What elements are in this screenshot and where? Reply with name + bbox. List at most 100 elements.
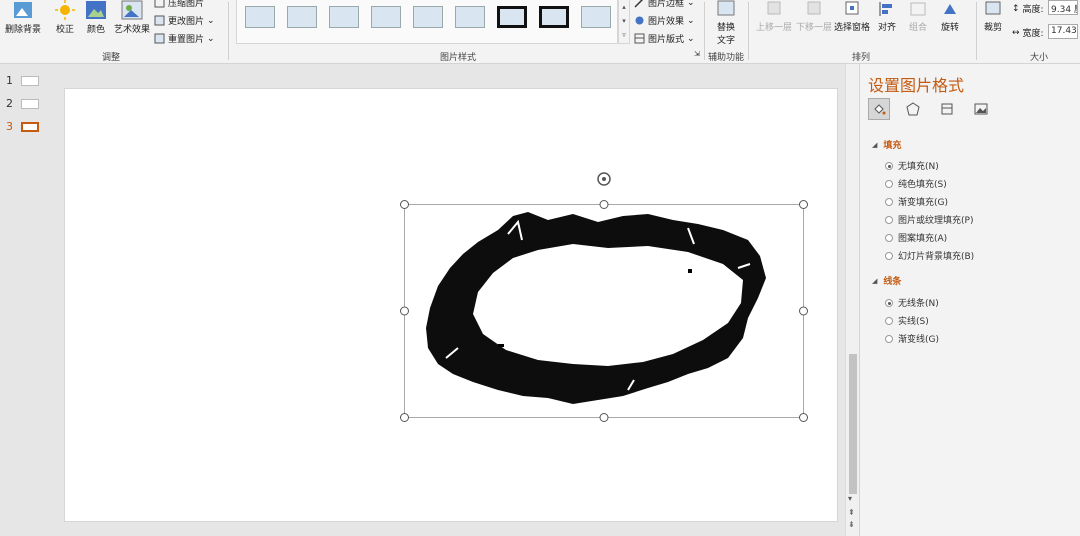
resize-handle[interactable] — [400, 200, 409, 209]
solid-line-radio[interactable]: 实线(S) — [885, 314, 929, 327]
chevron-down-icon: ⌄ — [687, 33, 695, 44]
send-backward-icon — [807, 1, 821, 15]
ribbon: 删除背景 校正 颜色 艺术效果 压缩图片 更改图片 ⌄ 重置图片 ⌄ 调整 ▴ ▾ ▿ — [0, 0, 1080, 64]
slide-thumbnail-3[interactable]: 3 — [6, 120, 39, 133]
chevron-down-icon: ⌄ — [207, 33, 215, 44]
height-icon: ↕ — [1012, 3, 1020, 14]
radio — [885, 251, 893, 260]
picture-style-thumb[interactable] — [287, 6, 317, 28]
alt-text-button[interactable]: 替换 文字 — [710, 0, 742, 46]
color-picture-icon — [86, 1, 106, 19]
gradient-line-radio[interactable]: 渐变线(G) — [885, 332, 939, 345]
pane-tabs — [868, 98, 992, 120]
gradient-fill-radio[interactable]: 渐变填充(G) — [885, 195, 948, 208]
selected-picture[interactable] — [398, 168, 812, 424]
change-picture-button[interactable]: 更改图片 ⌄ — [154, 14, 215, 27]
fill-line-tab[interactable] — [868, 98, 890, 120]
resize-handle[interactable] — [799, 413, 808, 422]
pattern-fill-radio[interactable]: 图案填充(A) — [885, 231, 947, 244]
solid-fill-radio[interactable]: 纯色填充(S) — [885, 177, 947, 190]
rotate-button[interactable]: 旋转 — [936, 0, 964, 33]
size-properties-icon — [941, 103, 953, 115]
rotate-icon — [944, 4, 956, 14]
width-input[interactable]: 17.43 — [1048, 24, 1078, 39]
speck — [498, 344, 504, 347]
fill-section-header[interactable]: ◢ 填充 — [872, 138, 901, 152]
selection-pane-button[interactable]: 选择窗格 — [834, 0, 870, 33]
group-separator — [228, 2, 229, 60]
radio-selected — [885, 298, 893, 307]
slide-background-fill-radio[interactable]: 幻灯片背景填充(B) — [885, 249, 974, 262]
size-properties-tab[interactable] — [936, 98, 958, 120]
previous-slide-icon[interactable]: ⇞ — [848, 508, 855, 517]
resize-handle[interactable] — [599, 413, 609, 422]
group-button[interactable]: 组合 — [904, 0, 932, 33]
resize-handle[interactable] — [400, 413, 409, 422]
pane-title: 设置图片格式 — [868, 76, 965, 95]
resize-handle[interactable] — [799, 200, 808, 209]
resize-handle[interactable] — [400, 306, 409, 316]
corrections-button[interactable]: 校正 — [50, 0, 80, 35]
radio — [885, 233, 893, 242]
picture-style-thumb[interactable] — [329, 6, 359, 28]
arrange-group-label: 排列 — [852, 53, 871, 63]
format-picture-pane: 设置图片格式 ◢ 填充 无填充(N) 纯色填充(S) 渐变填充(G) 图片或纹理填… — [859, 64, 1080, 536]
picture-tab[interactable] — [970, 98, 992, 120]
picture-style-thumb[interactable] — [539, 6, 569, 28]
picture-styles-group-label: 图片样式 — [440, 53, 477, 63]
group-icon — [910, 2, 926, 16]
picture-style-thumb[interactable] — [455, 6, 485, 28]
radio — [885, 316, 893, 325]
remove-background-button[interactable]: 删除背景 — [2, 0, 44, 35]
radio — [885, 215, 893, 224]
selection-pane-icon — [845, 1, 859, 15]
height-input[interactable]: 9.34 厘 — [1048, 0, 1078, 15]
slide-mini-selected — [21, 121, 39, 132]
line-section-header[interactable]: ◢ 线条 — [872, 274, 901, 288]
picture-style-thumb[interactable] — [413, 6, 443, 28]
picture-texture-fill-radio[interactable]: 图片或纹理填充(P) — [885, 213, 973, 226]
scrollbar-thumb[interactable] — [849, 354, 857, 494]
align-icon — [879, 2, 892, 16]
slide-thumbnail-2[interactable]: 2 — [6, 97, 39, 110]
no-fill-radio[interactable]: 无填充(N) — [885, 159, 939, 172]
sun-icon — [55, 0, 75, 20]
send-backward-button[interactable]: 下移一层 — [796, 0, 832, 33]
picture-style-thumb[interactable] — [581, 6, 611, 28]
slide-mini — [21, 75, 39, 86]
pen-icon — [634, 0, 644, 8]
align-button[interactable]: 对齐 — [874, 0, 900, 33]
compress-icon — [154, 0, 165, 8]
rotate-handle-icon[interactable] — [597, 172, 611, 186]
picture-style-thumb[interactable] — [371, 6, 401, 28]
change-picture-icon — [154, 15, 165, 26]
scroll-down-icon[interactable]: ▾ — [848, 494, 852, 503]
picture-style-thumb[interactable] — [497, 6, 527, 28]
height-control: ↕ 高度: — [1012, 3, 1044, 16]
picture-effects-button[interactable]: 图片效果 ⌄ — [634, 14, 695, 27]
bring-forward-button[interactable]: 上移一层 — [756, 0, 792, 33]
group-separator — [704, 2, 705, 60]
effects-tab[interactable] — [902, 98, 924, 120]
picture-styles-gallery — [236, 0, 618, 44]
compress-pictures-button[interactable]: 压缩图片 — [154, 0, 204, 9]
color-button[interactable]: 颜色 — [82, 0, 110, 35]
dialog-launcher-icon[interactable]: ⇲ — [694, 50, 700, 58]
resize-handle[interactable] — [599, 200, 609, 209]
artistic-effects-button[interactable]: 艺术效果 — [112, 0, 152, 35]
picture-style-thumb[interactable] — [245, 6, 275, 28]
size-group-label: 大小 — [1030, 53, 1049, 63]
crop-button[interactable]: 裁剪 — [980, 0, 1006, 33]
vertical-scrollbar[interactable]: ▾ ⇞ ⇟ — [845, 64, 859, 536]
group-separator — [976, 2, 977, 60]
picture-border-button[interactable]: 图片边框 ⌄ — [634, 0, 695, 9]
picture-layout-button[interactable]: 图片版式 ⌄ — [634, 32, 695, 45]
next-slide-icon[interactable]: ⇟ — [848, 520, 855, 529]
radio — [885, 197, 893, 206]
no-line-radio[interactable]: 无线条(N) — [885, 296, 939, 309]
reset-picture-button[interactable]: 重置图片 ⌄ — [154, 32, 215, 45]
radio — [885, 334, 893, 343]
resize-handle[interactable] — [799, 306, 808, 316]
slide-thumbnail-1[interactable]: 1 — [6, 74, 39, 87]
gallery-scroll[interactable]: ▴ ▾ ▿ — [618, 0, 630, 44]
